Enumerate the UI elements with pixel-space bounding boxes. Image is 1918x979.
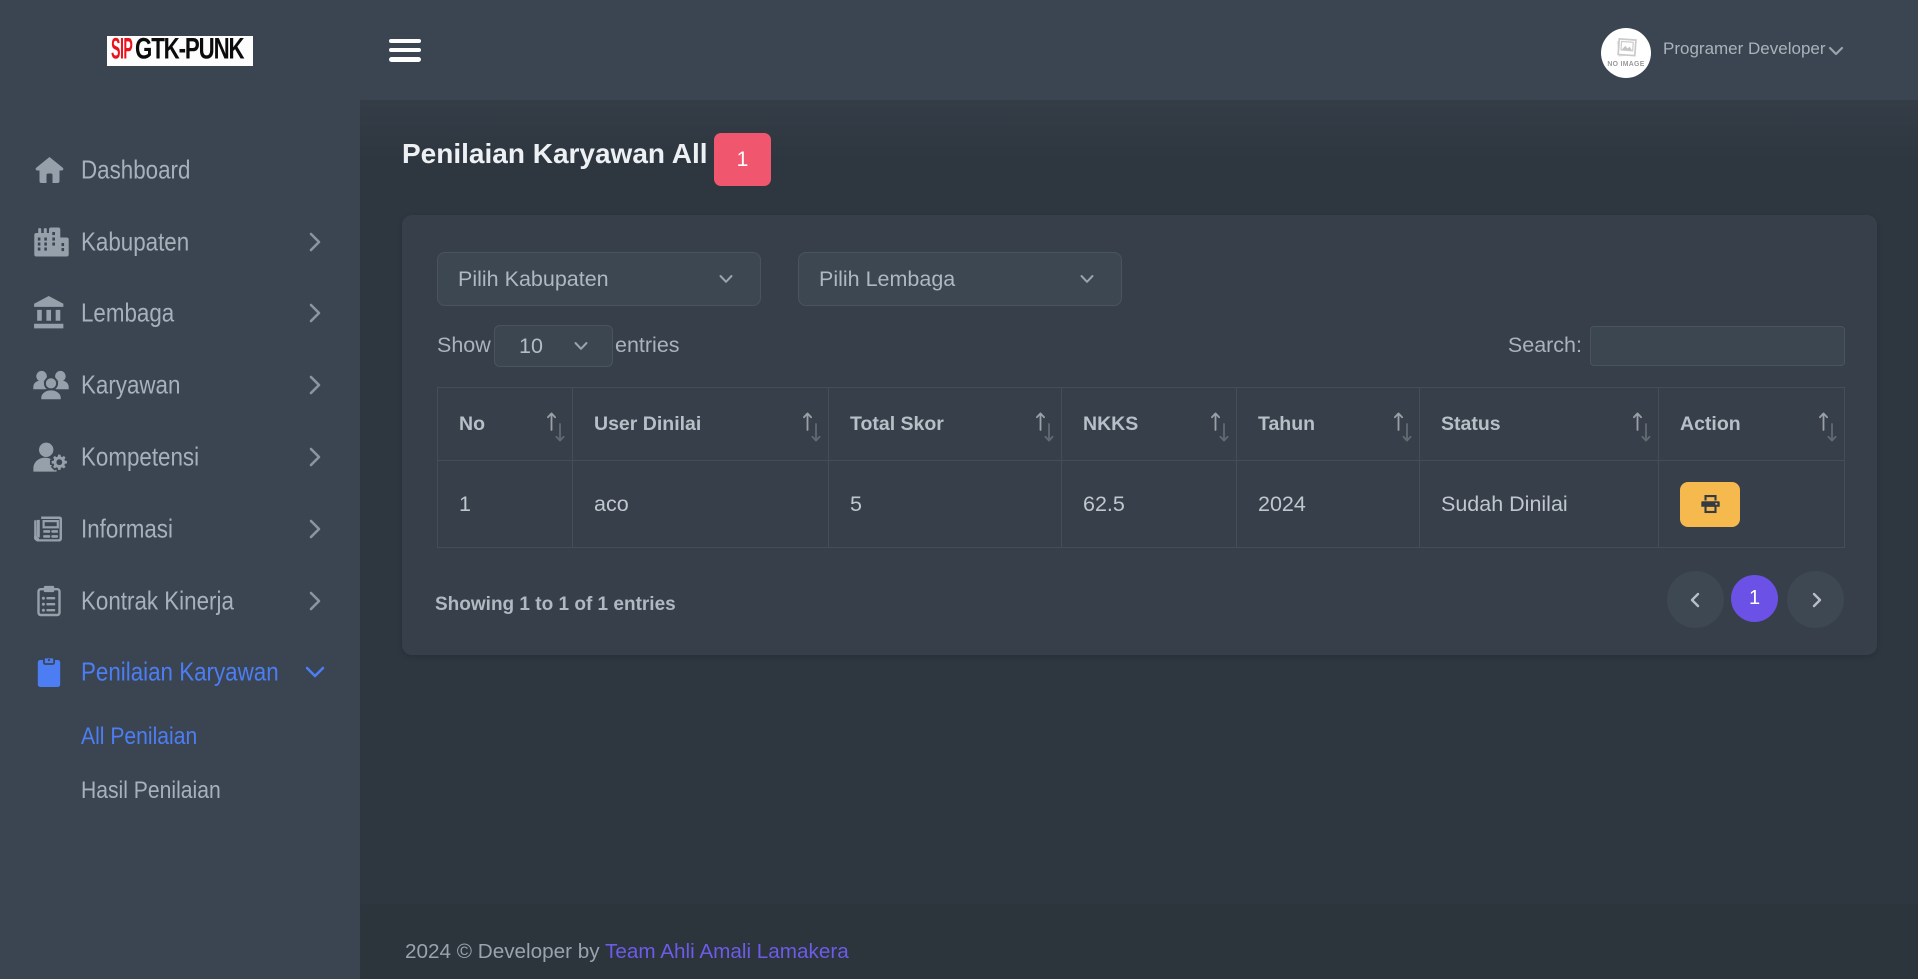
svg-text:NO IMAGE: NO IMAGE (1607, 61, 1644, 68)
